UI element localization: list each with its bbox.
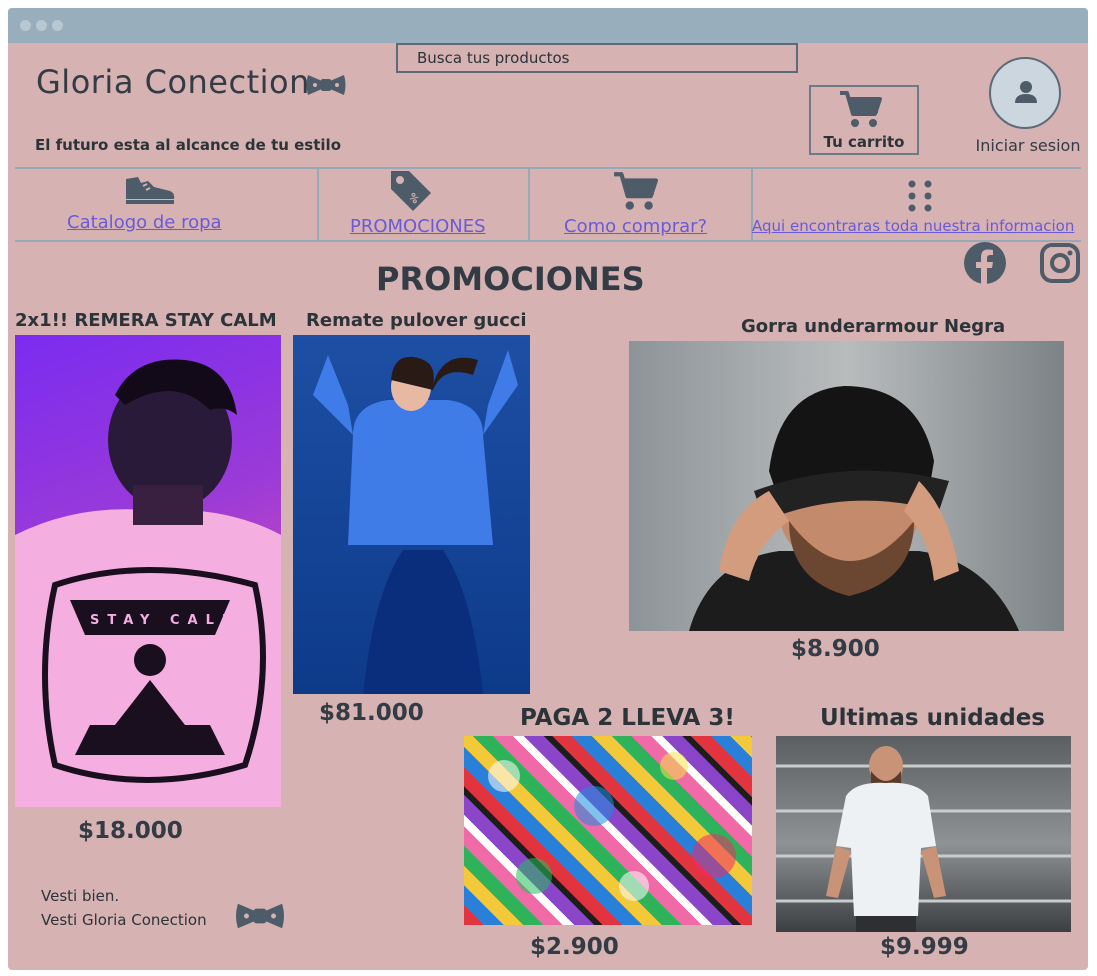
user-icon xyxy=(1015,81,1037,103)
nav-divider xyxy=(317,168,319,241)
footer-slogan: Vesti bien. Vesti Gloria Conection xyxy=(41,884,207,932)
page-title: PROMOCIONES xyxy=(376,260,645,298)
cart-icon xyxy=(612,171,658,217)
cart-button[interactable]: Tu carrito xyxy=(809,85,919,155)
tagline: El futuro esta al alcance de tu estilo xyxy=(35,136,341,154)
dots-grid-icon xyxy=(908,180,932,216)
price-tag-icon: % xyxy=(389,169,433,215)
login-label[interactable]: Iniciar sesion xyxy=(973,136,1083,155)
nav-link-catalog[interactable]: Catalogo de ropa xyxy=(67,212,222,233)
product-price: $8.900 xyxy=(791,636,880,662)
nav-border-top xyxy=(15,167,1081,169)
footer-line-1: Vesti bien. xyxy=(41,887,120,905)
product-price: $9.999 xyxy=(880,934,969,960)
window-dot-icon[interactable] xyxy=(20,20,31,31)
shirt-print-text: STAY CALM xyxy=(90,613,243,628)
window-dot-icon[interactable] xyxy=(36,20,47,31)
socks-photo[interactable] xyxy=(464,736,752,925)
nav-divider xyxy=(528,168,530,241)
product-price: $81.000 xyxy=(319,700,424,726)
nav-link-promotions[interactable]: PROMOCIONES xyxy=(350,216,486,237)
shirt-photo[interactable]: STAY CALM xyxy=(15,335,281,807)
bow-tie-icon xyxy=(306,72,346,102)
footer-line-2: Vesti Gloria Conection xyxy=(41,911,207,929)
window-dot-icon[interactable] xyxy=(52,20,63,31)
avatar[interactable] xyxy=(989,57,1061,129)
bow-tie-icon xyxy=(234,900,286,936)
product-price: $18.000 xyxy=(78,818,183,844)
browser-window: Gloria Conection El futuro esta al alcan… xyxy=(8,8,1088,970)
window-titlebar xyxy=(8,8,1088,43)
cart-icon xyxy=(838,90,882,134)
product-price: $2.900 xyxy=(530,934,619,960)
facebook-icon[interactable] xyxy=(963,241,1007,289)
brand-name[interactable]: Gloria Conection xyxy=(36,63,310,101)
cart-label: Tu carrito xyxy=(823,133,905,151)
product-title: PAGA 2 LLEVA 3! xyxy=(520,705,735,731)
product-title: Gorra underarmour Negra xyxy=(741,316,1006,337)
nav-link-how-to-buy[interactable]: Como comprar? xyxy=(564,216,707,237)
instagram-icon[interactable] xyxy=(1039,242,1081,288)
product-title: Ultimas unidades xyxy=(820,705,1045,731)
tshirt-photo[interactable] xyxy=(776,736,1071,932)
sweater-photo[interactable] xyxy=(293,335,530,694)
cap-photo[interactable] xyxy=(629,341,1064,631)
nav-border-bottom xyxy=(15,240,1081,242)
product-title: 2x1!! REMERA STAY CALM xyxy=(15,310,277,331)
product-title: Remate pulover gucci xyxy=(306,310,527,331)
shoe-icon xyxy=(124,173,176,209)
nav-link-info[interactable]: Aqui encontraras toda nuestra informacio… xyxy=(752,217,1074,235)
search-input[interactable] xyxy=(396,43,798,73)
